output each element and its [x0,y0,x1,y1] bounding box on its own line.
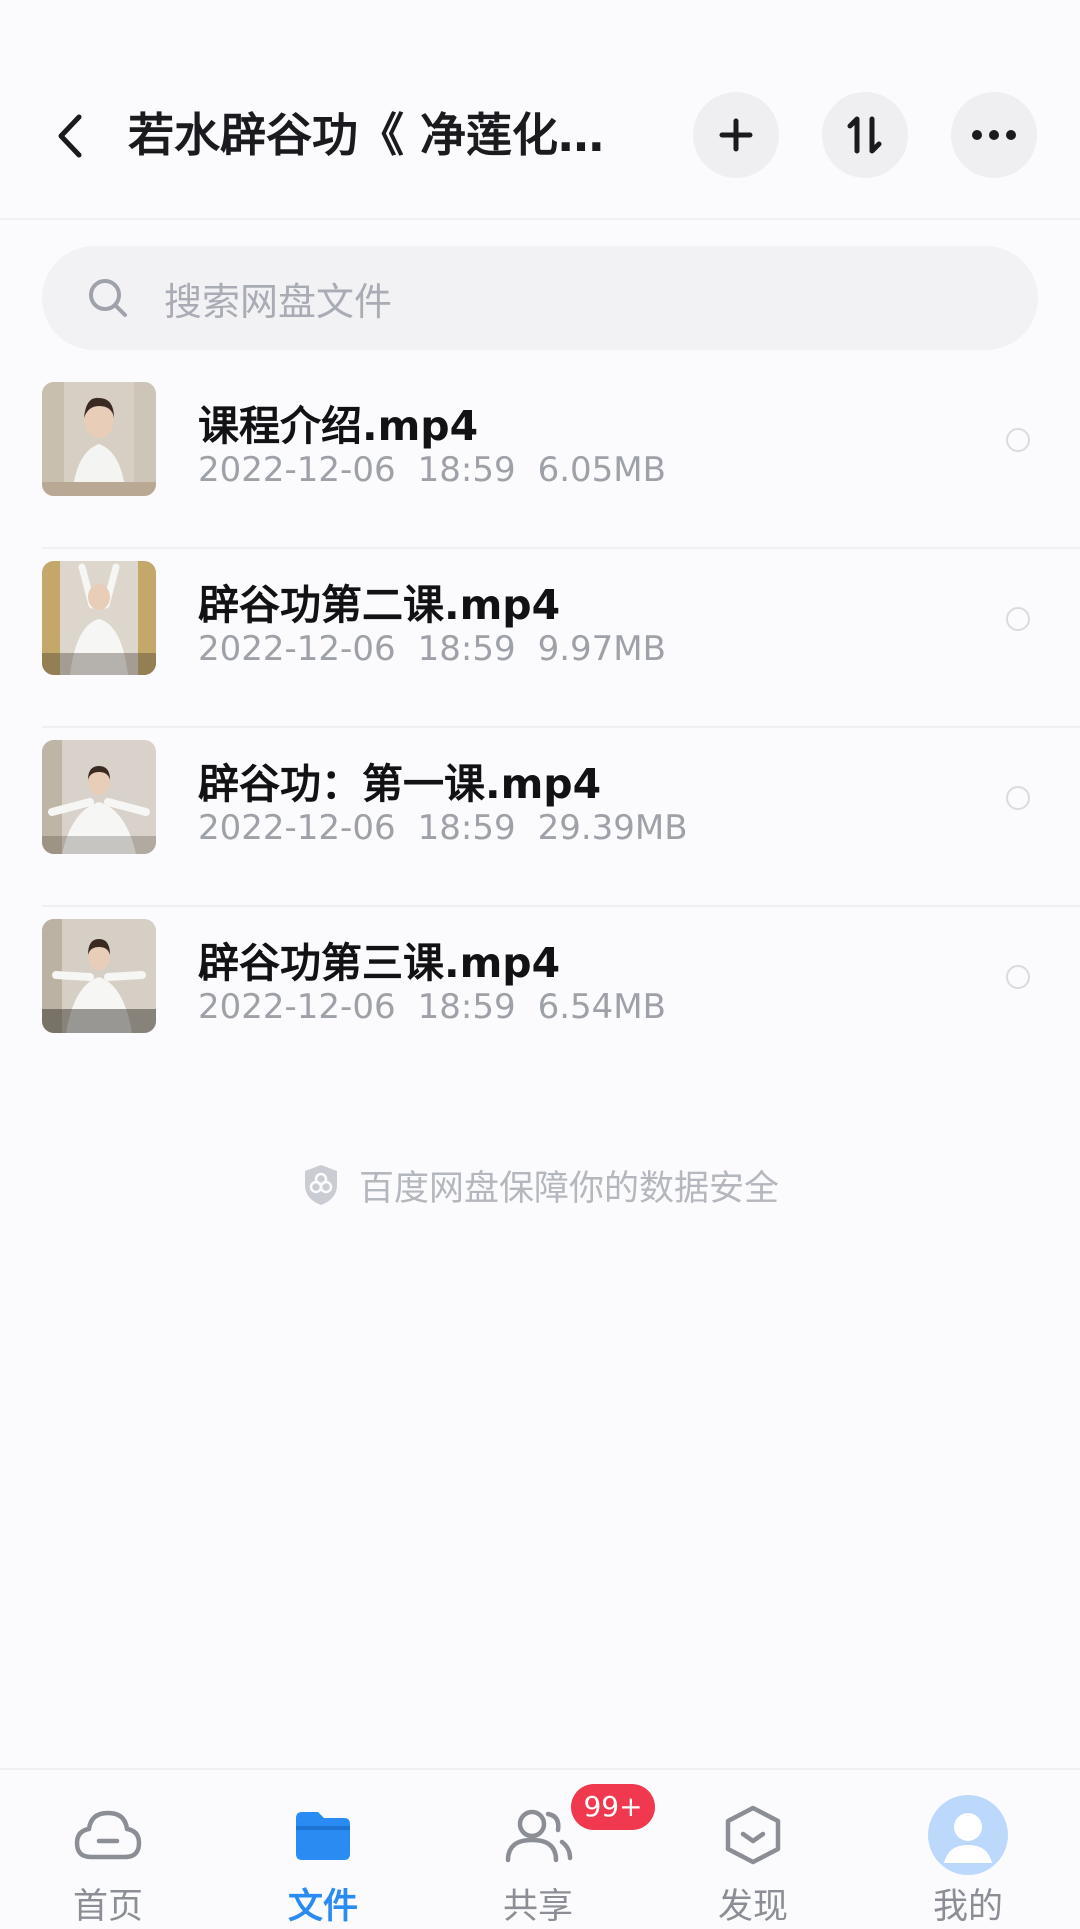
select-radio[interactable] [1006,607,1030,631]
safety-note: 百度网盘保障你的数据安全 [0,1160,1080,1210]
page-title: 若水辟谷功《 净莲化... [128,108,608,162]
tab-share[interactable]: 99+ 共享 [438,1770,655,1927]
file-time: 18:59 [417,808,516,848]
file-name: 辟谷功：第一课.mp4 [198,760,602,808]
video-thumbnail [42,919,156,1033]
tab-home[interactable]: 首页 [8,1770,208,1927]
cloud-icon [68,1800,148,1870]
search-placeholder: 搜索网盘文件 [164,279,393,324]
tab-label: 发现 [717,1887,788,1927]
chevron-left-icon [58,114,82,158]
file-time: 18:59 [417,629,516,669]
search-icon [86,276,130,320]
sort-button[interactable] [822,92,908,178]
tab-bar: 首页 文件 99+ 共享 发现 我的 [0,1768,1080,1927]
plus-icon [719,118,753,152]
file-size: 6.05MB [537,450,666,490]
tab-me[interactable]: 我的 [868,1770,1068,1927]
safety-text: 百度网盘保障你的数据安全 [358,1168,779,1209]
file-size: 29.39MB [537,808,688,848]
file-list: 课程介绍.mp4 2022-12-06 18:59 6.05MB 辟谷功第二课.mp… [0,370,1080,1086]
file-size: 6.54MB [537,987,666,1027]
file-row[interactable]: 辟谷功第二课.mp4 2022-12-06 18:59 9.97MB [0,549,1080,728]
avatar [928,1795,1008,1875]
file-name: 辟谷功第二课.mp4 [198,581,561,629]
back-button[interactable] [46,104,94,168]
file-meta: 2022-12-06 18:59 29.39MB [198,808,710,848]
file-date: 2022-12-06 [198,629,396,669]
file-time: 18:59 [417,450,516,490]
file-date: 2022-12-06 [198,808,396,848]
share-badge: 99+ [571,1784,655,1830]
file-date: 2022-12-06 [198,987,396,1027]
sort-icon [847,116,882,154]
file-size: 9.97MB [537,629,666,669]
file-meta: 2022-12-06 18:59 6.54MB [198,987,688,1027]
tab-label: 共享 [502,1887,573,1927]
video-thumbnail [42,561,156,675]
add-button[interactable] [693,92,779,178]
more-dots-icon [972,130,1016,140]
file-row[interactable]: 辟谷功第三课.mp4 2022-12-06 18:59 6.54MB [0,907,1080,1086]
people-icon [498,1800,578,1870]
discover-hexagon-icon [713,1800,793,1870]
file-time: 18:59 [417,987,516,1027]
select-radio[interactable] [1006,428,1030,452]
header: 若水辟谷功《 净莲化... [0,0,1080,220]
tab-files[interactable]: 文件 [223,1770,423,1927]
select-radio[interactable] [1006,965,1030,989]
file-name: 辟谷功第三课.mp4 [198,939,561,987]
select-radio[interactable] [1006,786,1030,810]
file-row[interactable]: 课程介绍.mp4 2022-12-06 18:59 6.05MB [0,370,1080,549]
file-meta: 2022-12-06 18:59 6.05MB [198,450,688,490]
file-row[interactable]: 辟谷功：第一课.mp4 2022-12-06 18:59 29.39MB [0,728,1080,907]
video-thumbnail [42,382,156,496]
video-thumbnail [42,740,156,854]
tab-label: 文件 [287,1887,358,1927]
file-date: 2022-12-06 [198,450,396,490]
search-bar[interactable]: 搜索网盘文件 [42,246,1038,350]
header-divider [0,218,1080,220]
shield-icon [304,1165,337,1205]
file-meta: 2022-12-06 18:59 9.97MB [198,629,688,669]
file-name: 课程介绍.mp4 [198,402,479,450]
more-button[interactable] [951,92,1037,178]
tab-label: 我的 [932,1887,1003,1927]
tab-label: 首页 [72,1887,143,1927]
tab-discover[interactable]: 发现 [653,1770,853,1927]
folder-icon [283,1800,363,1870]
